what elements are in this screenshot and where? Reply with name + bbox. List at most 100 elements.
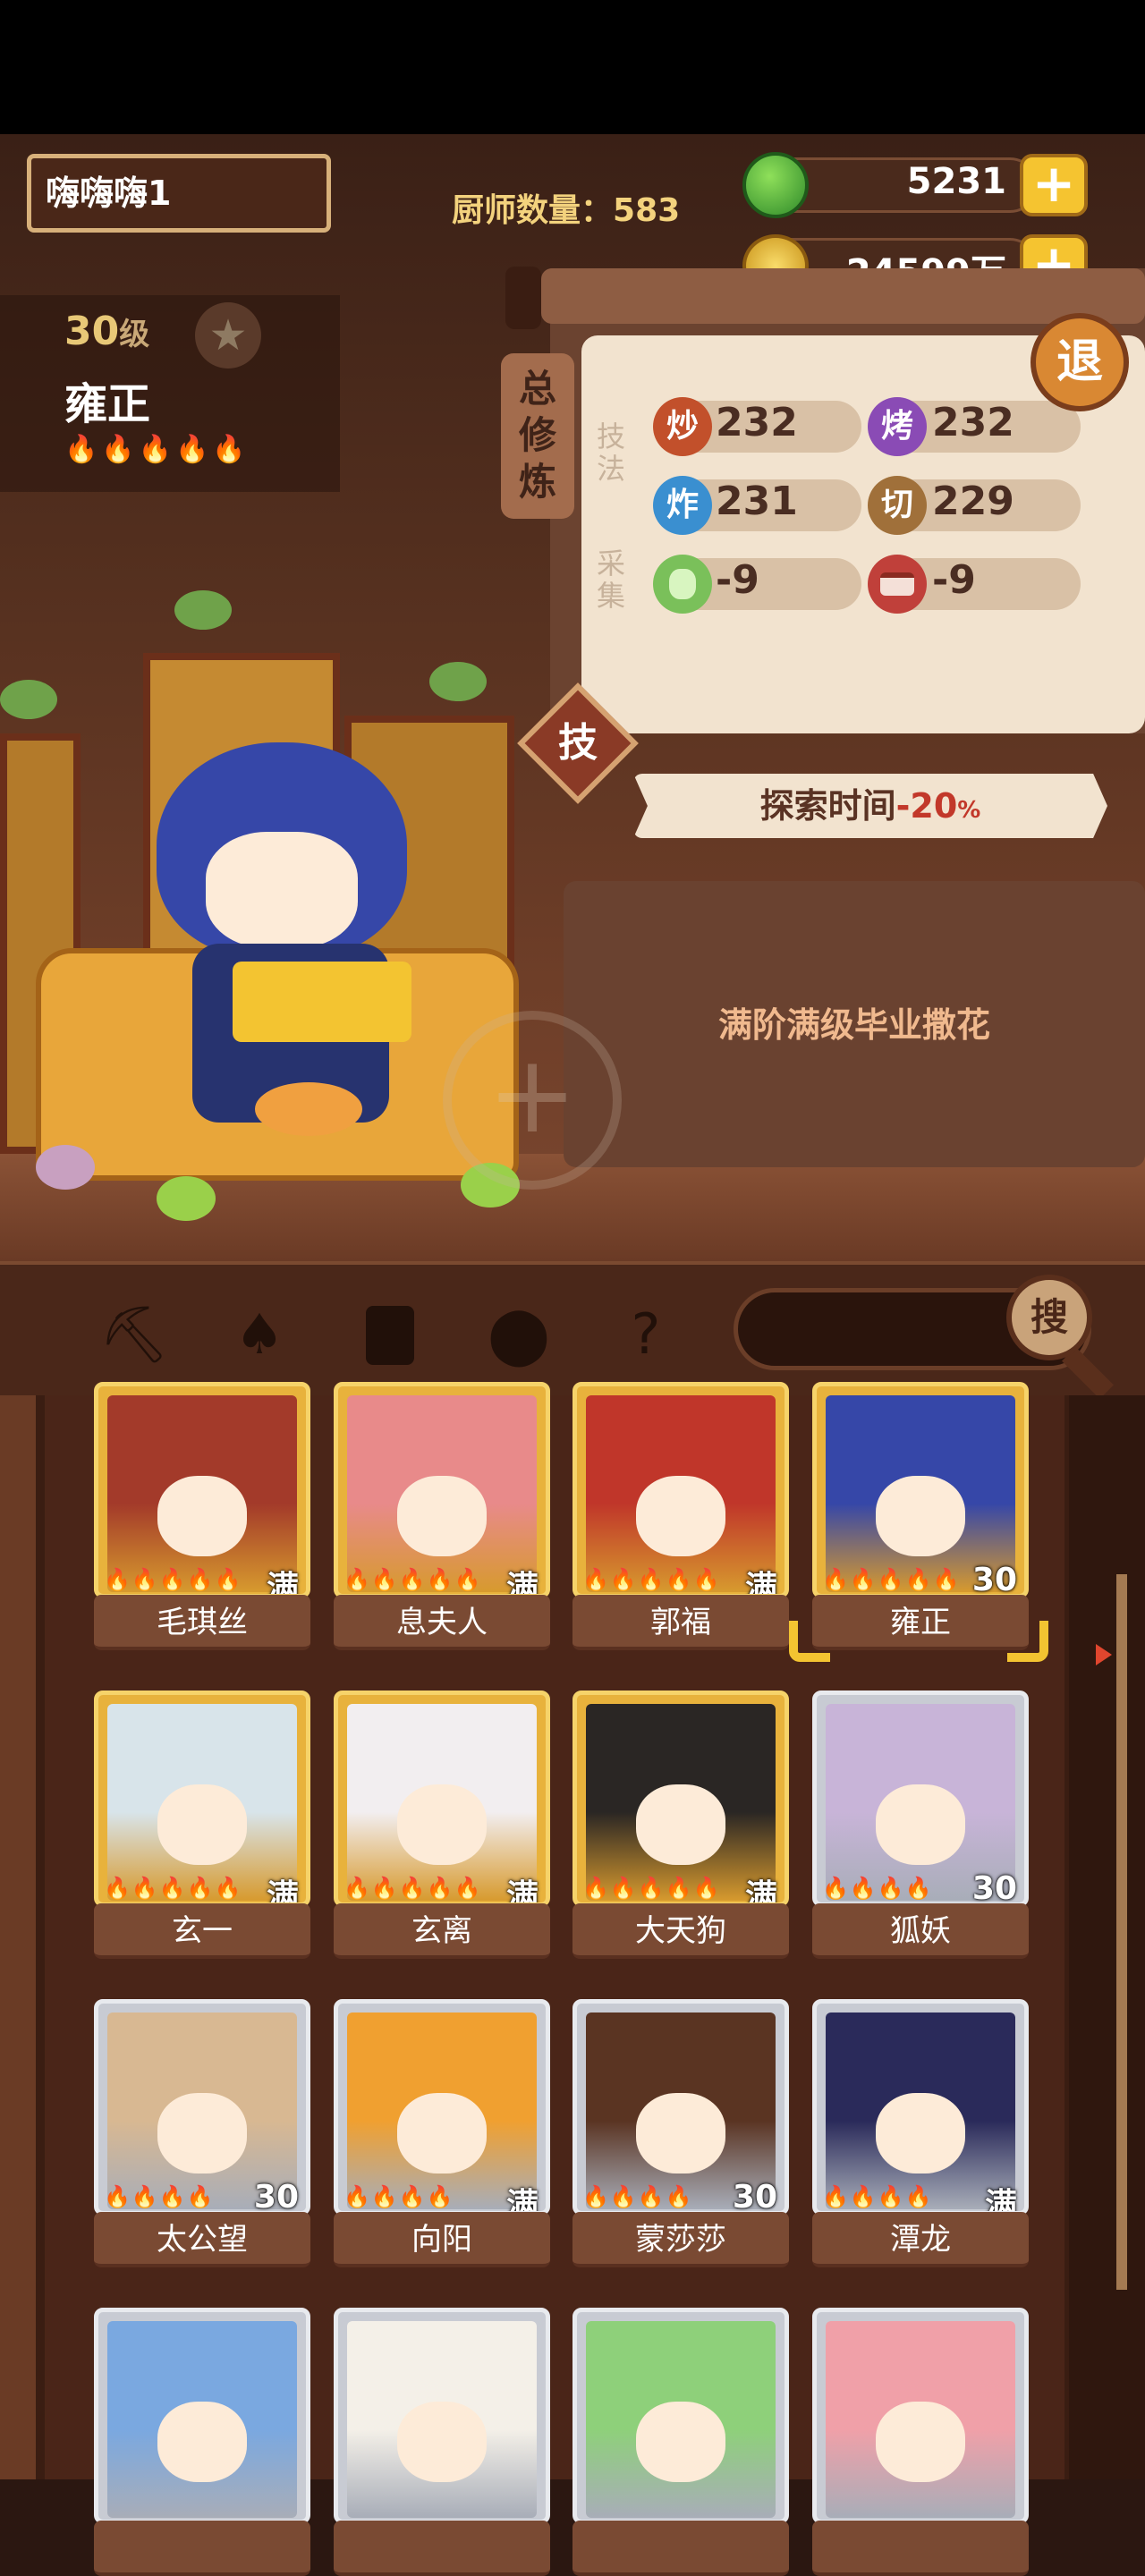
jar-icon[interactable]: [354, 1299, 426, 1370]
chef-card[interactable]: 🔥🔥🔥🔥🔥 满: [334, 1690, 550, 1907]
deep-fry-icon: 炸: [653, 476, 712, 535]
chef-flame-rating: 🔥🔥🔥🔥🔥: [582, 1567, 721, 1592]
stir-fry-icon: 炒: [653, 397, 712, 456]
selection-corner: [789, 1621, 830, 1662]
blob-creature-icon: [157, 1176, 216, 1221]
chef-card[interactable]: 🔥🔥🔥🔥🔥 满: [334, 1382, 550, 1598]
add-decoration-icon[interactable]: +: [443, 1011, 622, 1190]
chef-card[interactable]: 🔥🔥🔥🔥 满: [812, 1999, 1029, 2216]
cat-icon: [255, 1082, 362, 1136]
chef-face: [636, 2402, 725, 2482]
chef-flame-rating: 🔥🔥🔥🔥: [822, 1876, 933, 1901]
bird-icon: [174, 590, 232, 630]
player-name[interactable]: 嗨嗨嗨1: [27, 154, 331, 233]
chef-face: [876, 2402, 965, 2482]
chef-level-badge: 满: [505, 1878, 539, 1907]
cut-value: 229: [932, 479, 1014, 524]
chef-flame-rating: 🔥🔥🔥🔥: [104, 2184, 215, 2209]
roast-value: 232: [932, 400, 1014, 445]
chef-card[interactable]: 🔥🔥🔥🔥🔥 满: [94, 1382, 310, 1598]
chef-face: [397, 1476, 487, 1556]
chef-name-plate[interactable]: [572, 2521, 789, 2576]
meat-icon: [868, 555, 927, 614]
chef-face: [157, 1784, 247, 1865]
chef-level-badge: 满: [505, 1570, 539, 1598]
exit-button[interactable]: 退: [1030, 313, 1129, 411]
chef-count-label: 厨师数量：: [452, 192, 614, 229]
chef-portrait: [347, 2321, 537, 2518]
chef-flame-rating: 🔥🔥🔥🔥: [822, 2184, 933, 2209]
chef-name-plate[interactable]: 毛琪丝: [94, 1595, 310, 1650]
chef-card[interactable]: 🔥🔥🔥🔥🔥 满: [94, 1690, 310, 1907]
chef-card[interactable]: 🔥🔥🔥🔥🔥 满: [572, 1690, 789, 1907]
chef-flame-rating: 🔥🔥🔥🔥🔥: [582, 1876, 721, 1901]
chef-card[interactable]: [572, 2308, 789, 2524]
chef-card[interactable]: 🔥🔥🔥🔥 30: [94, 1999, 310, 2216]
chef-name-plate[interactable]: [94, 2521, 310, 2576]
deep-fry-value: 231: [716, 479, 798, 524]
chef-name-plate[interactable]: [334, 2521, 550, 2576]
chef-name-plate[interactable]: [812, 2521, 1029, 2576]
chef-level-badge: 30: [253, 2179, 299, 2216]
vegetable-icon: [653, 555, 712, 614]
chef-name-plate[interactable]: 潭龙: [812, 2212, 1029, 2267]
chef-avatar-face: [206, 832, 358, 948]
chef-name-plate[interactable]: 玄离: [334, 1903, 550, 1959]
chef-level-badge: 满: [505, 2187, 539, 2216]
selection-corner: [1007, 1621, 1048, 1662]
chef-name-plate[interactable]: 郭福: [572, 1595, 789, 1650]
chef-name-plate[interactable]: 蒙莎莎: [572, 2212, 789, 2267]
chef-face: [157, 2093, 247, 2174]
chef-card[interactable]: [334, 2308, 550, 2524]
chef-name-plate[interactable]: 雍正: [812, 1595, 1029, 1650]
total-training-tab-label: 总修炼: [518, 367, 556, 504]
chef-flame-rating: 🔥🔥🔥🔥: [582, 2184, 693, 2209]
chef-description: 满阶满级毕业撒花: [717, 1005, 990, 1045]
chef-card[interactable]: 🔥🔥🔥🔥 30: [812, 1690, 1029, 1907]
scrollbar[interactable]: [1116, 1574, 1127, 2290]
bird-icon: [429, 662, 487, 701]
character-name: 雍正: [64, 379, 151, 429]
spade-icon[interactable]: ♠: [224, 1299, 295, 1370]
training-panel-header: [541, 268, 1145, 324]
chef-level-badge: 满: [266, 1570, 299, 1598]
chef-level-badge: 满: [266, 1878, 299, 1907]
chef-face: [636, 1784, 725, 1865]
chef-flame-rating: 🔥🔥🔥🔥🔥: [822, 1567, 961, 1592]
chef-card[interactable]: 🔥🔥🔥🔥🔥 30: [812, 1382, 1029, 1598]
map-question-icon[interactable]: ?: [610, 1299, 682, 1370]
shovel-icon[interactable]: ⛏: [98, 1299, 170, 1370]
character-level-value: 30: [64, 309, 120, 354]
add-jade-button[interactable]: +: [1020, 154, 1088, 216]
technique-section-label: 技法: [596, 419, 625, 486]
chef-flame-rating: 🔥🔥🔥🔥: [344, 2184, 454, 2209]
chef-card[interactable]: [812, 2308, 1029, 2524]
chef-level-badge: 30: [971, 1870, 1017, 1907]
chef-count: 厨师数量：583: [452, 184, 680, 231]
chef-name-plate[interactable]: 息夫人: [334, 1595, 550, 1650]
chef-name-plate[interactable]: 玄一: [94, 1903, 310, 1959]
skill-label: 技: [558, 720, 598, 766]
search-button[interactable]: 搜: [1006, 1275, 1092, 1360]
star-icon[interactable]: ★: [195, 302, 261, 369]
chef-face: [876, 2093, 965, 2174]
character-flame-rating: 🔥🔥🔥🔥🔥: [64, 434, 250, 465]
character-level: 30级: [64, 309, 149, 354]
chef-name-plate[interactable]: 向阳: [334, 2212, 550, 2267]
explore-bonus-text: 探索时间-20%: [633, 774, 1107, 838]
status-bar-area: [0, 0, 1145, 134]
chef-name-plate[interactable]: 狐妖: [812, 1903, 1029, 1959]
total-training-tab[interactable]: 总修炼: [501, 353, 574, 519]
chef-name-plate[interactable]: 太公望: [94, 2212, 310, 2267]
scroll-position-marker: [1096, 1644, 1112, 1665]
chef-card[interactable]: 🔥🔥🔥🔥🔥 满: [572, 1382, 789, 1598]
chef-card[interactable]: [94, 2308, 310, 2524]
chef-name-plate[interactable]: 大天狗: [572, 1903, 789, 1959]
chef-level-badge: 30: [732, 2179, 777, 2216]
book-icon: [233, 962, 411, 1042]
chef-face: [157, 2402, 247, 2482]
chef-count-value: 583: [613, 192, 681, 229]
chef-card[interactable]: 🔥🔥🔥🔥 30: [572, 1999, 789, 2216]
location-pin-icon[interactable]: ⬤: [483, 1299, 555, 1370]
chef-card[interactable]: 🔥🔥🔥🔥 满: [334, 1999, 550, 2216]
